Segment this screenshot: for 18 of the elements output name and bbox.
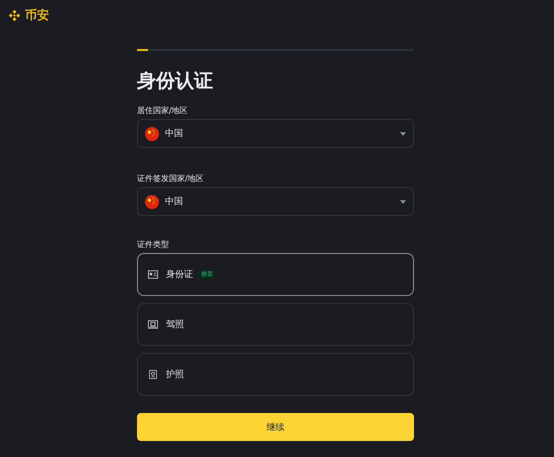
caret-icon	[400, 200, 406, 204]
id-card-icon	[148, 270, 158, 279]
logo-icon	[8, 9, 21, 22]
license-card-icon	[148, 320, 158, 329]
field-label: 居住国家/地区	[137, 105, 189, 117]
page-title: 身份认证	[137, 69, 214, 94]
flag-icon	[145, 194, 159, 208]
continue-button[interactable]: 继续	[137, 413, 414, 441]
flag-icon	[145, 126, 159, 140]
document-option[interactable]: 驾照	[137, 303, 414, 346]
field-label: 证件签发国家/地区	[137, 173, 205, 185]
country-select[interactable]: 中国	[137, 187, 414, 216]
country-select[interactable]: 中国	[137, 119, 414, 148]
passport-icon	[148, 370, 158, 379]
caret-icon	[400, 132, 406, 136]
brand-name: 币安	[25, 7, 49, 24]
document-option[interactable]: 护照	[137, 353, 414, 396]
field-label: 证件类型	[137, 239, 170, 251]
